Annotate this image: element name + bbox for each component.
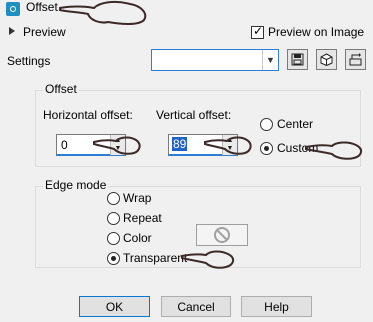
expand-arrow-icon[interactable]	[9, 27, 15, 35]
custom-radio[interactable]	[260, 142, 273, 155]
horizontal-offset-label: Horizontal offset:	[43, 108, 133, 122]
color-swatch-button[interactable]	[196, 224, 248, 246]
pointing-hand-icon	[305, 141, 362, 160]
preview-on-image-checkbox[interactable]	[251, 24, 264, 39]
vertical-offset-label: Vertical offset:	[156, 108, 232, 122]
repeat-label[interactable]: Repeat	[123, 211, 162, 225]
save-preset-icon	[291, 53, 304, 66]
settings-preset-dropdown[interactable]: ▼	[151, 49, 279, 71]
cancel-button[interactable]: Cancel	[161, 296, 231, 317]
help-button[interactable]: Help	[241, 296, 312, 317]
wrap-label[interactable]: Wrap	[123, 191, 151, 205]
vertical-offset-value: 89	[172, 137, 188, 151]
offset-effect-icon	[6, 2, 20, 16]
pointing-hand-icon	[204, 136, 252, 155]
save-preset-button[interactable]	[287, 49, 308, 70]
offset-group-title: Offset	[43, 82, 79, 96]
random-button[interactable]	[316, 49, 337, 70]
color-radio[interactable]	[107, 232, 120, 245]
wrap-radio[interactable]	[107, 192, 120, 205]
pointing-hand-icon	[59, 0, 147, 25]
pointing-hand-icon	[93, 136, 141, 155]
dialog-title: Offset	[26, 0, 58, 14]
horizontal-offset-value: 0	[61, 138, 68, 152]
center-label[interactable]: Center	[277, 117, 313, 131]
edge-mode-title: Edge mode	[43, 178, 109, 192]
reset-button[interactable]	[345, 49, 366, 70]
settings-label: Settings	[7, 54, 51, 68]
transparent-label[interactable]: Transparent	[123, 251, 187, 265]
color-label[interactable]: Color	[123, 231, 152, 245]
chevron-down-icon[interactable]: ▼	[262, 50, 278, 70]
reset-icon	[349, 53, 362, 66]
center-radio[interactable]	[260, 118, 273, 131]
random-icon	[320, 53, 333, 66]
preview-on-image-label[interactable]: Preview on Image	[268, 25, 364, 39]
no-color-icon	[214, 227, 230, 243]
ok-button[interactable]: OK	[79, 296, 150, 317]
repeat-radio[interactable]	[107, 212, 120, 225]
transparent-radio[interactable]	[107, 252, 120, 265]
pointing-hand-icon	[181, 250, 234, 269]
